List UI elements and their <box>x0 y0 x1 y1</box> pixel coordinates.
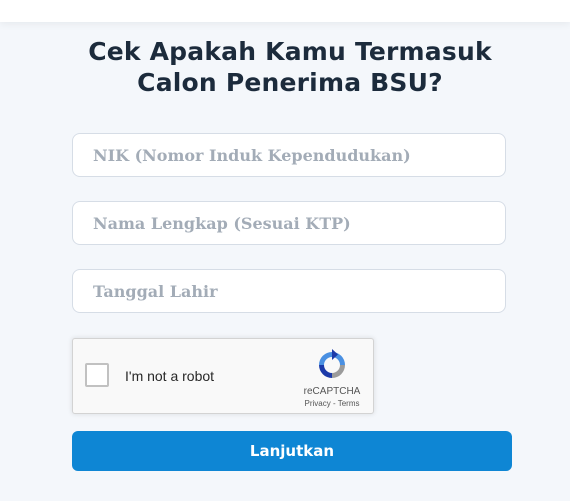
recaptcha-logo-icon <box>319 349 345 378</box>
top-header-bar <box>0 0 570 22</box>
full-name-input[interactable] <box>72 201 506 245</box>
continue-button[interactable]: Lanjutkan <box>72 431 512 471</box>
page-title-line-1: Cek Apakah Kamu Termasuk <box>88 37 492 66</box>
recaptcha-terms-link[interactable]: Terms <box>338 399 360 408</box>
recaptcha-checkbox[interactable] <box>85 363 109 387</box>
recaptcha-widget: I'm not a robot reCAPTCHA Privacy - Term… <box>72 338 374 414</box>
recaptcha-label: I'm not a robot <box>125 368 215 384</box>
recaptcha-brand: reCAPTCHA <box>303 386 361 397</box>
page-title-line-2: Calon Penerima BSU? <box>137 68 443 97</box>
page-title: Cek Apakah Kamu Termasuk Calon Penerima … <box>0 36 570 98</box>
nik-input[interactable] <box>72 133 506 177</box>
birth-date-input[interactable] <box>72 269 506 313</box>
recaptcha-privacy-link[interactable]: Privacy <box>305 399 331 408</box>
recaptcha-link-separator: - <box>330 399 338 408</box>
recaptcha-links: Privacy - Terms <box>295 399 369 408</box>
